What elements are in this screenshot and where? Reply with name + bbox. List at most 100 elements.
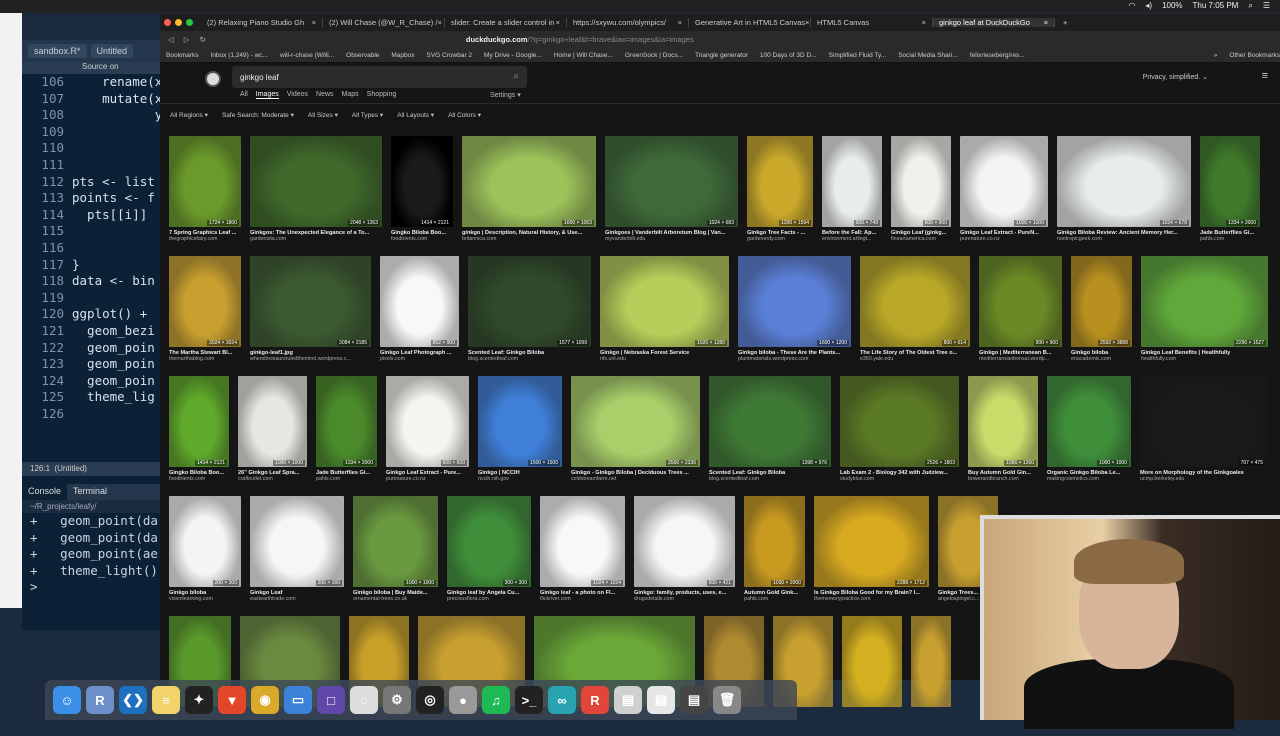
bookmark-item[interactable]: Social Media Shari... bbox=[898, 52, 958, 59]
volume-icon[interactable]: ◂) bbox=[1145, 1, 1152, 11]
image-result[interactable]: 2288 × 1712 Is Ginkgo Biloba Good for my … bbox=[814, 496, 929, 604]
menu-icon[interactable]: ≡ bbox=[1262, 70, 1268, 82]
bookmark-item[interactable]: Observable bbox=[346, 52, 379, 59]
image-result[interactable]: 1000 × 1000 Ginkgo biloba | Buy Maide... o… bbox=[353, 496, 438, 604]
battery-level[interactable]: 100% bbox=[1162, 1, 1182, 11]
dock-circle-app-icon[interactable]: ○ bbox=[350, 686, 378, 714]
browser-tab[interactable]: slider: Create a slider control in × bbox=[445, 18, 567, 27]
image-thumbnail[interactable]: 1024 × 683 bbox=[605, 136, 738, 227]
dock-terminal-icon[interactable]: >_ bbox=[515, 686, 543, 714]
image-thumbnail[interactable]: 3024 × 3024 bbox=[169, 256, 241, 347]
image-result[interactable]: 500 × 749 Before the Fall: Ap... environme… bbox=[822, 136, 882, 244]
image-thumbnail[interactable]: 1000 × 1000 bbox=[238, 376, 307, 467]
tab-console[interactable]: Console bbox=[22, 484, 68, 500]
dock-disk-icon[interactable]: ● bbox=[449, 686, 477, 714]
bookmark-item[interactable]: Inbox (1,249) - wc... bbox=[211, 52, 268, 59]
image-thumbnail[interactable]: 1056 × 1260 bbox=[968, 376, 1038, 467]
image-result[interactable]: 600 × 600 Ginkgo Leaf Extract - Pure... pu… bbox=[386, 376, 469, 484]
dock-vscode-icon[interactable]: ❮❯ bbox=[119, 686, 147, 714]
image-thumbnail[interactable]: 1414 × 2121 bbox=[169, 376, 229, 467]
filter-dropdown[interactable]: All Sizes ▾ bbox=[308, 111, 338, 119]
image-result[interactable]: 900 × 900 Ginkgo | Mediterranean B... medi… bbox=[979, 256, 1062, 364]
bookmark-item[interactable]: Home | Will Chase... bbox=[554, 52, 613, 59]
image-result[interactable]: 2290 × 1527 Ginkgo Leaf Benefits | Health… bbox=[1141, 256, 1268, 364]
image-result[interactable]: 200 × 300 Ginkgo biloba visionlearning.com bbox=[169, 496, 241, 604]
image-thumbnail[interactable]: 2048 × 1363 bbox=[250, 136, 382, 227]
image-thumbnail[interactable]: 707 × 475 bbox=[1140, 376, 1267, 467]
filter-dropdown[interactable]: All Colors ▾ bbox=[448, 111, 481, 119]
bookmark-item[interactable]: felixrieseberg/res... bbox=[970, 52, 1025, 59]
new-tab-icon[interactable]: + bbox=[1063, 18, 1067, 27]
image-thumbnail[interactable]: 1724 × 1800 bbox=[169, 136, 241, 227]
image-thumbnail[interactable]: 1920 × 1280 bbox=[600, 256, 729, 347]
search-tab-shopping[interactable]: Shopping bbox=[367, 91, 397, 99]
image-result[interactable]: 3024 × 3024 The Martha Stewart Bl... thema… bbox=[169, 256, 241, 364]
image-thumbnail[interactable]: 2288 × 1712 bbox=[814, 496, 929, 587]
close-tab-icon[interactable]: × bbox=[556, 18, 560, 27]
filter-dropdown[interactable]: All Regions ▾ bbox=[170, 111, 208, 119]
image-result[interactable]: 1334 × 2000 Jade Butterflies Gi... pahls.c… bbox=[1200, 136, 1260, 244]
image-thumbnail[interactable]: 852 × 900 bbox=[380, 256, 459, 347]
address-bar[interactable]: duckduckgo.com/?q=ginkgo+leaf&t=brave&ia… bbox=[466, 35, 694, 44]
image-result[interactable]: 1500 × 1500 Ginkgo | NCCIH nccih.nih.gov bbox=[478, 376, 562, 484]
browser-tab[interactable]: HTML5 Canvas × bbox=[811, 18, 933, 27]
image-result[interactable]: 1030 × 2000 Autumn Gold Gink... pahls.com bbox=[744, 496, 805, 604]
image-result[interactable]: 2592 × 3888 Ginkgo biloba enacademic.com bbox=[1071, 256, 1132, 364]
image-result[interactable]: 2526 × 1803 Lab Exam 2 - Biology 342 with… bbox=[840, 376, 959, 484]
image-result[interactable] bbox=[842, 616, 902, 724]
image-thumbnail[interactable]: 1000 × 1000 bbox=[353, 496, 438, 587]
browser-tab[interactable]: https://sxywu.com/olympics/ × bbox=[567, 18, 689, 27]
image-thumbnail[interactable]: 1334 × 2000 bbox=[1200, 136, 1260, 227]
image-result[interactable]: 1334 × 2000 Jade Butterflies Gi... pahls.c… bbox=[316, 376, 377, 484]
bookmark-item[interactable]: My Drive - Google... bbox=[484, 52, 542, 59]
bookmark-item[interactable]: Simplified Fluid Ty... bbox=[829, 52, 887, 59]
image-thumbnail[interactable]: 1577 × 1099 bbox=[468, 256, 591, 347]
image-result[interactable]: 500 × 421 Ginkgo: family, products, uses,… bbox=[634, 496, 735, 604]
bookmark-item[interactable]: » bbox=[1214, 52, 1218, 59]
image-thumbnail[interactable]: 1024 × 678 bbox=[1057, 136, 1191, 227]
image-result[interactable]: 1414 × 2121 Gingko Biloba Boo... foodtrien… bbox=[391, 136, 453, 244]
bookmark-item[interactable]: Triangle generator bbox=[695, 52, 748, 59]
dock-window-preview-icon[interactable]: ▤ bbox=[680, 686, 708, 714]
image-result[interactable]: 3084 × 2185 ginkgo-leaf1.jpg whendinosaurs… bbox=[250, 256, 371, 364]
image-result[interactable]: 1024 × 678 Ginkgo Biloba Review: Ancient … bbox=[1057, 136, 1191, 244]
control-center-icon[interactable]: ☰ bbox=[1263, 1, 1270, 11]
filter-dropdown[interactable]: Safe Search: Moderate ▾ bbox=[222, 111, 294, 119]
image-result[interactable]: 1724 × 1800 7 Spring Graphics Leaf ... the… bbox=[169, 136, 241, 244]
image-thumbnail[interactable]: 1600 × 1063 bbox=[462, 136, 596, 227]
bookmark-item[interactable]: SVG Crowbar 2 bbox=[427, 52, 473, 59]
image-thumbnail[interactable]: 1200 × 1594 bbox=[747, 136, 813, 227]
dock-trash-icon[interactable]: 🗑 bbox=[713, 686, 741, 714]
image-thumbnail[interactable] bbox=[911, 616, 951, 707]
image-thumbnail[interactable]: 800 × 614 bbox=[860, 256, 970, 347]
image-result[interactable]: 1056 × 1260 Buy Autumn Gold Gin... boweran… bbox=[968, 376, 1038, 484]
image-thumbnail[interactable]: 200 × 160 bbox=[250, 496, 344, 587]
image-result[interactable]: 1000 × 1000 26" Ginkgo Leaf Spra... crafto… bbox=[238, 376, 307, 484]
image-thumbnail[interactable]: 2290 × 1527 bbox=[1141, 256, 1268, 347]
search-tab-news[interactable]: News bbox=[316, 91, 334, 99]
browser-tab[interactable]: Generative Art in HTML5 Canvas × bbox=[689, 18, 811, 27]
dock-gitkraken-icon[interactable]: ∞ bbox=[548, 686, 576, 714]
close-tab-icon[interactable]: × bbox=[678, 18, 682, 27]
search-input[interactable]: ginkgo leaf ⌕ bbox=[232, 66, 527, 88]
image-thumbnail[interactable]: 2526 × 1803 bbox=[840, 376, 959, 467]
image-thumbnail[interactable]: 600 × 900 bbox=[891, 136, 951, 227]
dock-finder-icon[interactable]: ☺ bbox=[53, 686, 81, 714]
editor-tab-untitled[interactable]: Untitled bbox=[90, 44, 134, 58]
image-thumbnail[interactable]: 500 × 749 bbox=[822, 136, 882, 227]
close-tab-icon[interactable]: × bbox=[805, 18, 809, 27]
bookmark-item[interactable]: Other Bookmarks bbox=[1229, 52, 1280, 59]
image-thumbnail[interactable]: 500 × 421 bbox=[634, 496, 735, 587]
dock-window-preview-icon[interactable]: ▤ bbox=[647, 686, 675, 714]
image-thumbnail[interactable]: 1030 × 2000 bbox=[744, 496, 805, 587]
dock-figma-icon[interactable]: ✦ bbox=[185, 686, 213, 714]
image-result[interactable]: 1920 × 1280 Ginkgo | Nebraska Forest Serv… bbox=[600, 256, 729, 364]
browser-tab[interactable]: (2) Will Chase (@W_R_Chase) / × bbox=[323, 18, 445, 27]
code-editor[interactable]: 106 rename(x 107 mutate(x 108 y 109 110 111 11… bbox=[22, 74, 162, 462]
window-controls[interactable] bbox=[164, 19, 193, 26]
dock-obs-icon[interactable]: ◎ bbox=[416, 686, 444, 714]
back-icon[interactable]: ◁ bbox=[168, 35, 174, 44]
image-thumbnail[interactable]: 1024 × 1024 bbox=[540, 496, 625, 587]
image-thumbnail[interactable]: 1000 × 1000 bbox=[960, 136, 1048, 227]
filter-dropdown[interactable]: All Layouts ▾ bbox=[397, 111, 434, 119]
